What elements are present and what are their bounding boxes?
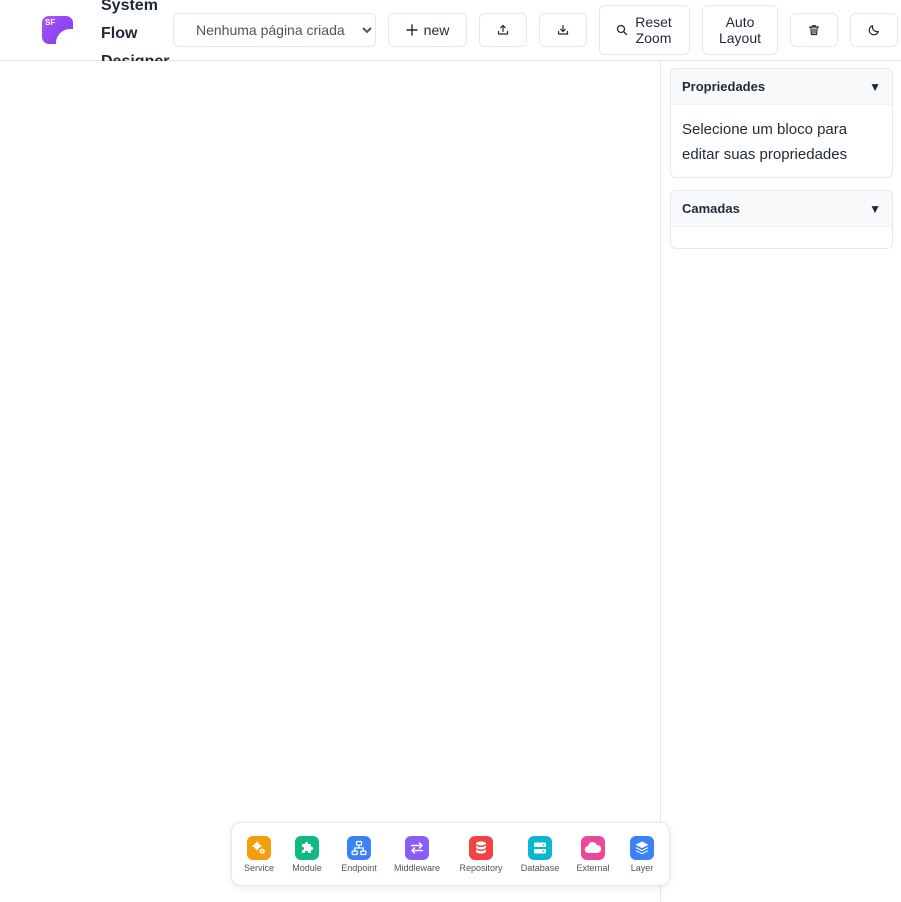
plus-icon [405,24,418,36]
database-stack-icon [469,836,493,860]
tool-repository-label: Repository [459,863,503,873]
tool-service[interactable]: Service [244,836,274,873]
logo-swoosh [56,29,73,44]
caret-down-icon: ▼ [869,79,881,94]
theme-toggle-button[interactable] [850,13,898,47]
gears-icon [247,836,271,860]
tool-repository[interactable]: Repository [458,836,504,873]
moon-icon [868,25,879,36]
layers-panel-header[interactable]: Camadas ▼ [671,191,892,227]
page-select[interactable]: Nenhuma página criada [173,13,376,47]
reset-zoom-button[interactable]: Reset Zoom [599,5,690,55]
upload-icon [497,24,509,35]
tool-layer[interactable]: Layer [629,836,655,873]
flow-canvas[interactable] [0,61,661,902]
cloud-icon [581,836,605,860]
properties-empty-message: Selecione um bloco para editar suas prop… [682,121,848,163]
network-icon [347,836,371,860]
search-icon [616,24,627,36]
tool-middleware[interactable]: Middleware [393,836,441,873]
tool-module[interactable]: Module [291,836,323,873]
properties-panel-header[interactable]: Propriedades ▼ [671,69,892,105]
tool-database[interactable]: Database [520,836,560,873]
new-page-label: new [423,22,450,38]
server-icon [528,836,552,860]
tool-service-label: Service [244,863,275,873]
app-logo: SF [42,16,73,44]
puzzle-icon [295,836,319,860]
tool-database-label: Database [520,863,560,873]
trash-icon [808,25,820,36]
top-toolbar: SF System Flow Designer Nenhuma página c… [0,0,901,70]
auto-layout-button[interactable]: Auto Layout [702,5,778,55]
import-button[interactable] [539,13,587,47]
tool-endpoint[interactable]: Endpoint [340,836,378,873]
delete-button[interactable] [790,13,838,47]
layers-panel-title: Camadas [682,201,740,216]
tool-module-label: Module [292,863,322,873]
tool-endpoint-label: Endpoint [341,863,377,873]
export-button[interactable] [479,13,527,47]
auto-layout-label: Auto Layout [718,14,762,46]
tool-middleware-label: Middleware [393,863,441,873]
properties-panel: Propriedades ▼ Selecione um bloco para e… [670,68,893,178]
layers-icon [630,836,654,860]
logo-text: SF [45,18,56,27]
download-icon [557,24,569,35]
block-toolbar: Service Module Endpoint Middleware Repos… [231,822,670,886]
tool-layer-label: Layer [630,863,654,873]
new-page-button[interactable]: new [388,13,467,47]
tool-external-label: External [576,863,610,873]
layers-panel: Camadas ▼ [670,190,893,249]
arrows-exchange-icon [405,836,429,860]
caret-down-icon: ▼ [869,201,881,216]
reset-zoom-label: Reset Zoom [635,14,672,46]
properties-panel-title: Propriedades [682,79,766,94]
tool-external[interactable]: External [576,836,610,873]
